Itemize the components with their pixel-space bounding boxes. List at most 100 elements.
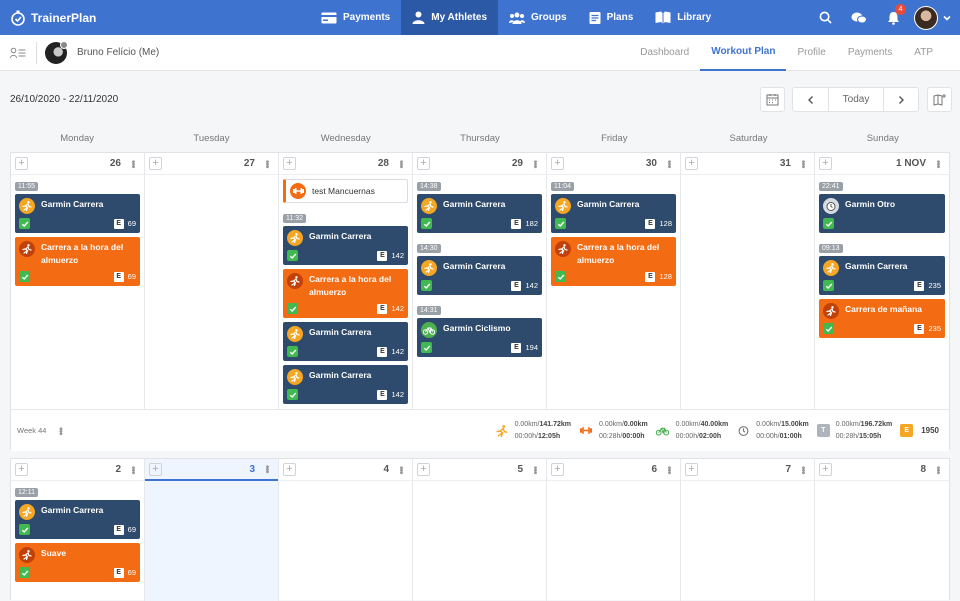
- tab-workout-plan[interactable]: Workout Plan: [700, 35, 787, 71]
- day-cell[interactable]: +5 •••: [413, 459, 547, 601]
- workout-card[interactable]: Garmin Carrera E 128: [551, 194, 676, 233]
- completed-checkbox[interactable]: [287, 389, 298, 400]
- add-workout-button[interactable]: +: [149, 157, 162, 170]
- completed-checkbox[interactable]: [555, 218, 566, 229]
- day-cell[interactable]: +4 •••: [279, 459, 413, 601]
- day-cell[interactable]: +28 ••• test Mancuernas 11:32 Garmin Carrera…: [279, 153, 413, 409]
- add-workout-button[interactable]: +: [283, 157, 296, 170]
- add-workout-button[interactable]: +: [149, 462, 162, 476]
- day-cell[interactable]: +27 •••: [145, 153, 279, 409]
- day-menu-icon[interactable]: •••: [261, 465, 272, 473]
- completed-checkbox[interactable]: [287, 303, 298, 314]
- week-stat: 0.00km/141.72km 00:00h/12:05h: [495, 419, 571, 443]
- add-workout-button[interactable]: +: [551, 463, 564, 476]
- nav-library[interactable]: Library: [644, 0, 722, 35]
- today-button[interactable]: Today: [828, 87, 883, 112]
- completed-checkbox[interactable]: [823, 323, 834, 334]
- user-menu[interactable]: [914, 5, 952, 30]
- search-button[interactable]: [808, 0, 842, 35]
- activity-type-icon: [555, 198, 571, 214]
- add-workout-button[interactable]: +: [819, 157, 832, 170]
- workout-card[interactable]: test Mancuernas: [283, 179, 408, 203]
- add-workout-button[interactable]: +: [685, 463, 698, 476]
- add-workout-button[interactable]: +: [15, 157, 28, 170]
- day-cell[interactable]: +29 ••• 14:38 Garmin Carrera E 182 14:30 Garmin…: [413, 153, 547, 409]
- workout-card[interactable]: Garmin Carrera E 142: [283, 226, 408, 265]
- add-workout-button[interactable]: +: [417, 157, 430, 170]
- add-plan-button[interactable]: [927, 87, 952, 112]
- completed-checkbox[interactable]: [421, 280, 432, 291]
- day-menu-icon[interactable]: •••: [529, 160, 540, 168]
- workout-card[interactable]: Carrera a la hora del almuerzo E 69: [15, 237, 140, 286]
- day-cell[interactable]: +6 •••: [547, 459, 681, 601]
- day-menu-icon[interactable]: •••: [797, 466, 808, 474]
- add-workout-button[interactable]: +: [417, 463, 430, 476]
- day-cell[interactable]: +26 ••• 11:55 Garmin Carrera E 69 Carrera a la…: [11, 153, 145, 409]
- workout-card[interactable]: Garmin Otro: [819, 194, 945, 233]
- completed-checkbox[interactable]: [19, 218, 30, 229]
- completed-checkbox[interactable]: [421, 342, 432, 353]
- nav-plans[interactable]: Plans: [578, 0, 645, 35]
- workout-card[interactable]: Garmin Ciclismo E 194: [417, 318, 542, 357]
- add-workout-button[interactable]: +: [685, 157, 698, 170]
- day-menu-icon[interactable]: •••: [395, 160, 406, 168]
- day-menu-icon[interactable]: •••: [395, 466, 406, 474]
- add-workout-button[interactable]: +: [15, 463, 28, 476]
- add-workout-button[interactable]: +: [819, 463, 832, 476]
- day-cell[interactable]: +30 ••• 11:04 Garmin Carrera E 128 Carrera a l…: [547, 153, 681, 409]
- calendar-button[interactable]: [760, 87, 785, 112]
- athlete-avatar[interactable]: [45, 40, 68, 64]
- day-cell[interactable]: +7 •••: [681, 459, 815, 601]
- day-menu-icon[interactable]: •••: [529, 466, 540, 474]
- completed-checkbox[interactable]: [19, 524, 30, 535]
- nav-groups[interactable]: Groups: [498, 0, 578, 35]
- add-workout-button[interactable]: +: [551, 157, 564, 170]
- tab-dashboard[interactable]: Dashboard: [629, 35, 700, 71]
- day-cell[interactable]: +3 •••: [145, 459, 279, 601]
- workout-card[interactable]: Carrera a la hora del almuerzo E 128: [551, 237, 676, 286]
- tab-atp[interactable]: ATP: [903, 35, 944, 71]
- prev-button[interactable]: [792, 87, 828, 112]
- week-menu-icon[interactable]: •••: [54, 427, 65, 435]
- completed-checkbox[interactable]: [287, 346, 298, 357]
- completed-checkbox[interactable]: [287, 250, 298, 261]
- day-menu-icon[interactable]: •••: [127, 160, 138, 168]
- day-menu-icon[interactable]: •••: [663, 160, 674, 168]
- day-menu-icon[interactable]: •••: [932, 160, 943, 168]
- day-menu-icon[interactable]: •••: [797, 160, 808, 168]
- completed-checkbox[interactable]: [555, 271, 566, 282]
- chat-button[interactable]: [842, 0, 876, 35]
- workout-card[interactable]: Garmin Carrera E 69: [15, 500, 140, 539]
- workout-card[interactable]: Suave E 69: [15, 543, 140, 582]
- day-cell[interactable]: +31 •••: [681, 153, 815, 409]
- day-menu-icon[interactable]: •••: [932, 466, 943, 474]
- workout-card[interactable]: Carrera a la hora del almuerzo E 142: [283, 269, 408, 318]
- athlete-list-icon[interactable]: [10, 47, 26, 59]
- day-cell[interactable]: +2 ••• 12:11 Garmin Carrera E 69 Suave E 69: [11, 459, 145, 601]
- day-menu-icon[interactable]: •••: [127, 466, 138, 474]
- completed-checkbox[interactable]: [823, 280, 834, 291]
- nav-my-athletes[interactable]: My Athletes: [401, 0, 499, 35]
- completed-checkbox[interactable]: [19, 271, 30, 282]
- day-menu-icon[interactable]: •••: [663, 466, 674, 474]
- workout-card[interactable]: Garmin Carrera E 142: [283, 322, 408, 361]
- workout-card[interactable]: Garmin Carrera E 182: [417, 194, 542, 233]
- workout-card[interactable]: Carrera de mañana E 235: [819, 299, 945, 338]
- tab-profile[interactable]: Profile: [786, 35, 836, 71]
- app-logo[interactable]: TrainerPlan: [10, 10, 310, 26]
- workout-card[interactable]: Garmin Carrera E 142: [417, 256, 542, 295]
- tab-payments[interactable]: Payments: [837, 35, 903, 71]
- notifications-button[interactable]: 4: [876, 0, 910, 35]
- day-cell[interactable]: +1 NOV ••• 22:41 Garmin Otro 09:13 Garmin Car…: [815, 153, 949, 409]
- nav-payments[interactable]: Payments: [310, 0, 401, 35]
- workout-card[interactable]: Garmin Carrera E 142: [283, 365, 408, 404]
- add-workout-button[interactable]: +: [283, 463, 296, 476]
- workout-card[interactable]: Garmin Carrera E 69: [15, 194, 140, 233]
- day-menu-icon[interactable]: •••: [261, 160, 272, 168]
- completed-checkbox[interactable]: [421, 218, 432, 229]
- completed-checkbox[interactable]: [823, 218, 834, 229]
- next-button[interactable]: [883, 87, 919, 112]
- workout-card[interactable]: Garmin Carrera E 235: [819, 256, 945, 295]
- completed-checkbox[interactable]: [19, 567, 30, 578]
- day-cell[interactable]: +8 •••: [815, 459, 949, 601]
